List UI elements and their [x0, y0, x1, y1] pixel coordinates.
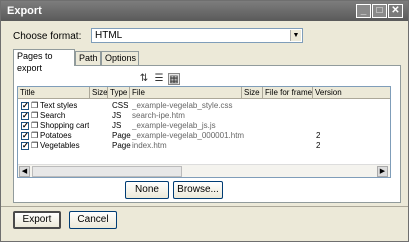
row-title: Shopping cart — [40, 121, 90, 130]
row-file: _example-vegelab_style.css — [132, 101, 233, 110]
format-select[interactable]: HTML ▼ — [91, 28, 303, 43]
grid-view-icon[interactable]: ▦ — [168, 73, 180, 85]
scroll-right-icon[interactable]: ▶ — [377, 166, 388, 177]
tab-label: Path — [79, 53, 98, 63]
cancel-button[interactable]: Cancel — [69, 211, 117, 229]
tab-path[interactable]: Path — [75, 51, 101, 65]
page-icon: ❐ — [31, 121, 39, 130]
table-row[interactable]: ✓ ❐ Search JS search-ipe.htm — [18, 111, 390, 121]
export-button[interactable]: Export — [13, 211, 61, 229]
table-row[interactable]: ✓ ❐ Shopping cart JS _example-vegelab_js… — [18, 121, 390, 131]
page-icon: ❐ — [31, 111, 39, 120]
row-checkbox[interactable]: ✓ — [21, 112, 29, 120]
row-checkbox[interactable]: ✓ — [21, 132, 29, 140]
table-row[interactable]: ✓ ❐ Potatoes Page _example-vegelab_00000… — [18, 131, 390, 141]
window-title: Export — [7, 5, 42, 17]
format-label: Choose format: — [13, 31, 82, 42]
row-type: Page — [112, 141, 131, 150]
row-type: JS — [112, 111, 122, 120]
row-title: Vegetables — [40, 141, 80, 150]
row-file: search-ipe.htm — [132, 111, 185, 120]
col-size[interactable]: Size — [90, 87, 108, 99]
scroll-thumb[interactable] — [32, 166, 182, 177]
page-icon: ❐ — [31, 141, 39, 150]
horizontal-scrollbar[interactable]: ◀ ▶ — [18, 164, 390, 177]
row-type: CSS — [112, 101, 129, 110]
scroll-left-icon[interactable]: ◀ — [19, 166, 30, 177]
page-icon: ❐ — [31, 101, 39, 110]
divider — [1, 206, 408, 207]
row-title: Potatoes — [40, 131, 72, 140]
format-value: HTML — [95, 30, 123, 41]
row-file: _example-vegelab_000001.htm — [132, 131, 245, 140]
col-title[interactable]: Title — [18, 87, 90, 99]
pages-grid: Title Size Type File Size File for frame… — [17, 86, 391, 178]
row-file: index.htm — [132, 141, 167, 150]
col-type[interactable]: Type — [108, 87, 130, 99]
grid-header: Title Size Type File Size File for frame… — [18, 87, 390, 99]
close-button[interactable]: ✕ — [388, 4, 403, 18]
tab-label: Options — [105, 53, 137, 63]
col-file-for-frame[interactable]: File for frame — [263, 87, 313, 99]
col-size-2[interactable]: Size — [242, 87, 263, 99]
row-version: 2 — [316, 141, 321, 150]
col-version[interactable]: Version — [313, 87, 390, 99]
export-dialog: Export _ □ ✕ Choose format: HTML ▼ Pages… — [0, 0, 409, 242]
row-type: JS — [112, 121, 122, 130]
tab-pages-to-export[interactable]: Pages to export — [13, 49, 75, 73]
list-view-icon[interactable]: ☰ — [153, 73, 165, 85]
row-title: Text styles — [40, 101, 78, 110]
sort-icon[interactable]: ⇅ — [138, 73, 150, 85]
row-version: 2 — [316, 131, 321, 140]
chevron-down-icon[interactable]: ▼ — [290, 30, 301, 41]
page-icon: ❐ — [31, 131, 39, 140]
col-file[interactable]: File — [130, 87, 242, 99]
title-bar[interactable]: Export _ □ ✕ — [1, 1, 408, 21]
table-row[interactable]: ✓ ❐ Text styles CSS _example-vegelab_sty… — [18, 101, 390, 111]
row-file: _example-vegelab_js.js — [132, 121, 216, 130]
tab-options[interactable]: Options — [101, 51, 139, 65]
none-button[interactable]: None — [125, 181, 169, 199]
row-checkbox[interactable]: ✓ — [21, 122, 29, 130]
row-checkbox[interactable]: ✓ — [21, 142, 29, 150]
browse-button[interactable]: Browse... — [173, 181, 223, 199]
minimize-button[interactable]: _ — [356, 4, 371, 18]
row-type: Page — [112, 131, 131, 140]
table-row[interactable]: ✓ ❐ Vegetables Page index.htm 2 — [18, 141, 390, 151]
maximize-button[interactable]: □ — [372, 4, 387, 18]
row-checkbox[interactable]: ✓ — [21, 102, 29, 110]
row-title: Search — [40, 111, 66, 120]
